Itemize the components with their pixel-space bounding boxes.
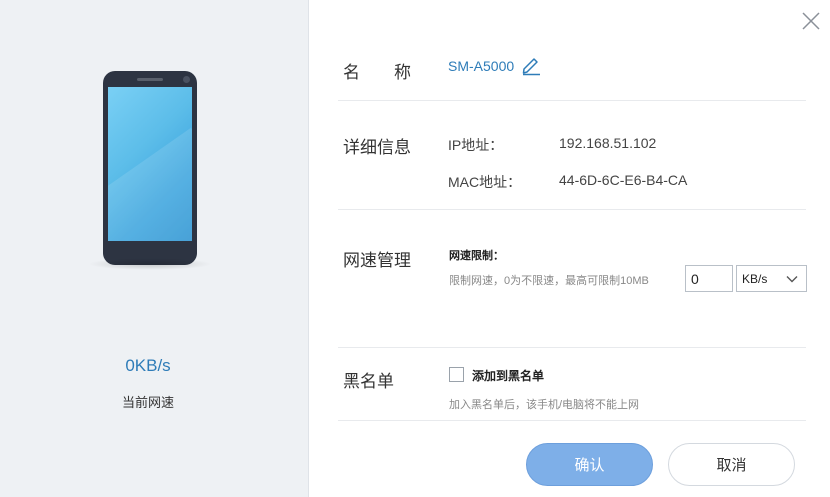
pencil-icon (522, 58, 540, 76)
divider (338, 420, 806, 421)
phone-speaker (137, 78, 163, 81)
blacklist-checkbox-label[interactable]: 添加到黑名单 (472, 367, 544, 384)
speed-unit-select[interactable]: KB/s (736, 265, 807, 292)
phone-camera (183, 76, 190, 83)
speed-limit-hint: 限制网速，0为不限速，最高可限制10MB (449, 275, 649, 287)
device-panel: 0KB/s 当前网速 (0, 0, 309, 497)
close-icon (802, 12, 820, 30)
close-button[interactable] (800, 10, 822, 32)
cancel-button[interactable]: 取消 (668, 443, 795, 486)
ip-value: 192.168.51.102 (559, 135, 657, 151)
divider (338, 209, 806, 210)
mac-value: 44-6D-6C-E6-B4-CA (559, 172, 688, 188)
details-row-label: 详细信息 (343, 138, 411, 157)
divider (338, 347, 806, 348)
phone-shadow (88, 258, 212, 270)
phone-illustration (103, 71, 197, 265)
speed-unit-value: KB/s (742, 272, 768, 286)
device-name: SM-A5000 (448, 58, 515, 74)
speed-limit-input[interactable] (685, 265, 733, 292)
edit-name-button[interactable] (521, 56, 541, 76)
speed-row-label: 网速管理 (343, 251, 411, 270)
blacklist-checkbox[interactable] (449, 367, 464, 382)
name-row-label: 名 称 (343, 63, 411, 82)
speed-limit-title: 网速限制： (449, 250, 504, 262)
chevron-down-icon (786, 276, 798, 283)
current-speed-value: 0KB/s (125, 356, 171, 375)
ip-key: IP地址： (448, 137, 504, 153)
confirm-button[interactable]: 确认 (526, 443, 653, 486)
current-speed-label: 当前网速 (121, 395, 174, 410)
divider (338, 100, 806, 101)
blacklist-row-label: 黑名单 (343, 372, 394, 391)
blacklist-hint: 加入黑名单后，该手机/电脑将不能上网 (449, 399, 640, 411)
mac-key: MAC地址： (448, 174, 522, 190)
phone-screen (108, 87, 192, 241)
